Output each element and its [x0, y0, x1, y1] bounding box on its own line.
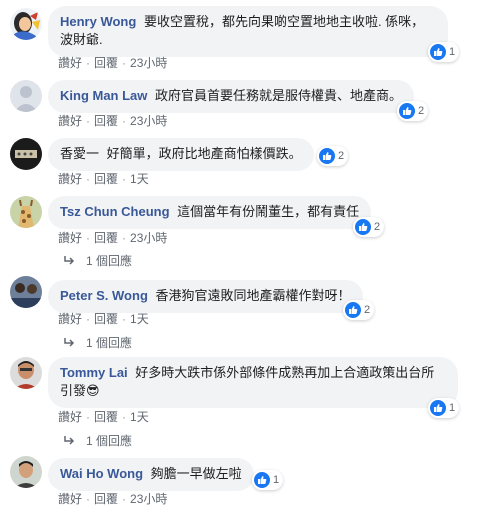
thumbs-up-icon — [355, 219, 371, 235]
like-count: 2 — [338, 150, 345, 162]
replies-count: 1 個回應 — [86, 336, 133, 350]
comment-text: 好簡單，政府比地產商怕樣價跌。 — [106, 146, 302, 161]
thumbs-up-icon — [399, 103, 415, 119]
view-replies-link[interactable]: 1 個回應 — [64, 432, 132, 449]
like-count: 1 — [273, 474, 280, 486]
reply-arrow-icon — [64, 336, 76, 350]
avatar[interactable] — [10, 456, 42, 488]
comment-actions: 讚好 · 回覆 · 23小時 — [58, 490, 168, 507]
replies-count: 1 個回應 — [86, 254, 133, 268]
replies-count: 1 個回應 — [86, 434, 133, 448]
comment-author[interactable]: King Man Law — [60, 88, 147, 103]
like-link[interactable]: 讚好 — [58, 54, 82, 71]
comment-bubble: Tsz Chun Cheung 這個當年有份鬧董生，都有責任 — [48, 196, 372, 229]
thumbs-up-icon — [345, 302, 361, 318]
thumbs-up-icon — [319, 148, 335, 164]
like-link[interactable]: 讚好 — [58, 310, 82, 327]
comment-text: 香港狗官遠敗同地產霸權作對呀！ — [155, 288, 351, 303]
avatar[interactable] — [10, 8, 42, 40]
comment-actions: 讚好 · 回覆 · 1天 — [58, 170, 149, 187]
comment-actions: 讚好 · 回覆 · 1天 — [58, 310, 149, 327]
comment-author[interactable]: Tsz Chun Cheung — [60, 204, 170, 219]
comment-time[interactable]: 23小時 — [130, 54, 167, 71]
reaction-count[interactable]: 1 — [428, 398, 460, 418]
reply-arrow-icon — [64, 254, 76, 268]
comment-actions: 讚好 · 回覆 · 23小時 — [58, 54, 168, 71]
comment-bubble: Peter S. Wong 香港狗官遠敗同地產霸權作對呀！ — [48, 280, 363, 313]
avatar[interactable] — [10, 80, 42, 112]
view-replies-link[interactable]: 1 個回應 — [64, 252, 132, 269]
like-link[interactable]: 讚好 — [58, 170, 82, 187]
comment-author[interactable]: Peter S. Wong — [60, 288, 148, 303]
comment-time[interactable]: 1天 — [130, 170, 149, 187]
thumbs-up-icon — [254, 472, 270, 488]
like-count: 2 — [374, 221, 381, 233]
like-link[interactable]: 讚好 — [58, 490, 82, 507]
comment-text: 夠膽一早做左啦 — [150, 466, 242, 481]
reply-link[interactable]: 回覆 — [94, 408, 118, 425]
comment-author[interactable]: 香愛一 — [60, 146, 99, 161]
comment-actions: 讚好 · 回覆 · 23小時 — [58, 112, 168, 129]
avatar[interactable] — [10, 357, 42, 389]
avatar[interactable] — [10, 138, 42, 170]
avatar[interactable] — [10, 196, 42, 228]
reply-link[interactable]: 回覆 — [94, 54, 118, 71]
comment-time[interactable]: 1天 — [130, 408, 149, 425]
reaction-count[interactable]: 1 — [252, 470, 284, 490]
thumbs-up-icon — [430, 400, 446, 416]
like-count: 1 — [449, 402, 456, 414]
like-count: 2 — [364, 304, 371, 316]
comment-time[interactable]: 23小時 — [130, 490, 167, 507]
reply-arrow-icon — [64, 434, 76, 448]
reaction-count[interactable]: 2 — [343, 300, 375, 320]
comment-actions: 讚好 · 回覆 · 23小時 — [58, 229, 168, 246]
like-count: 1 — [449, 46, 456, 58]
reaction-count[interactable]: 2 — [317, 146, 349, 166]
comment-author[interactable]: Tommy Lai — [60, 365, 128, 380]
comment-bubble: Henry Wong 要收空置稅，都先向果啲空置地地主收啦. 係咪，波財爺. — [48, 6, 448, 57]
comment-time[interactable]: 1天 — [130, 310, 149, 327]
comment-bubble: King Man Law 政府官員首要任務就是服侍權貴、地產商。 — [48, 80, 415, 113]
view-replies-link[interactable]: 1 個回應 — [64, 334, 132, 351]
comment-time[interactable]: 23小時 — [130, 112, 167, 129]
reply-link[interactable]: 回覆 — [94, 170, 118, 187]
comment-bubble: Wai Ho Wong 夠膽一早做左啦 — [48, 458, 254, 491]
reaction-count[interactable]: 2 — [397, 101, 429, 121]
comment-actions: 讚好 · 回覆 · 1天 — [58, 408, 149, 425]
comment-bubble: Tommy Lai 好多時大跌市係外部條件成熟再加上合適政策出台所引發😎 — [48, 357, 458, 408]
reaction-count[interactable]: 1 — [428, 42, 460, 62]
comment-time[interactable]: 23小時 — [130, 229, 167, 246]
comment-bubble: 香愛一 好簡單，政府比地產商怕樣價跌。 — [48, 138, 314, 171]
reply-link[interactable]: 回覆 — [94, 112, 118, 129]
comment-text: 這個當年有份鬧董生，都有責任 — [177, 204, 360, 219]
avatar[interactable] — [10, 276, 42, 308]
comment-text: 政府官員首要任務就是服侍權貴、地產商。 — [155, 88, 403, 103]
comment-author[interactable]: Henry Wong — [60, 14, 136, 29]
reply-link[interactable]: 回覆 — [94, 229, 118, 246]
thumbs-up-icon — [430, 44, 446, 60]
like-link[interactable]: 讚好 — [58, 229, 82, 246]
like-link[interactable]: 讚好 — [58, 408, 82, 425]
like-count: 2 — [418, 105, 425, 117]
reply-link[interactable]: 回覆 — [94, 490, 118, 507]
comment-author[interactable]: Wai Ho Wong — [60, 466, 143, 481]
like-link[interactable]: 讚好 — [58, 112, 82, 129]
reply-link[interactable]: 回覆 — [94, 310, 118, 327]
reaction-count[interactable]: 2 — [353, 217, 385, 237]
